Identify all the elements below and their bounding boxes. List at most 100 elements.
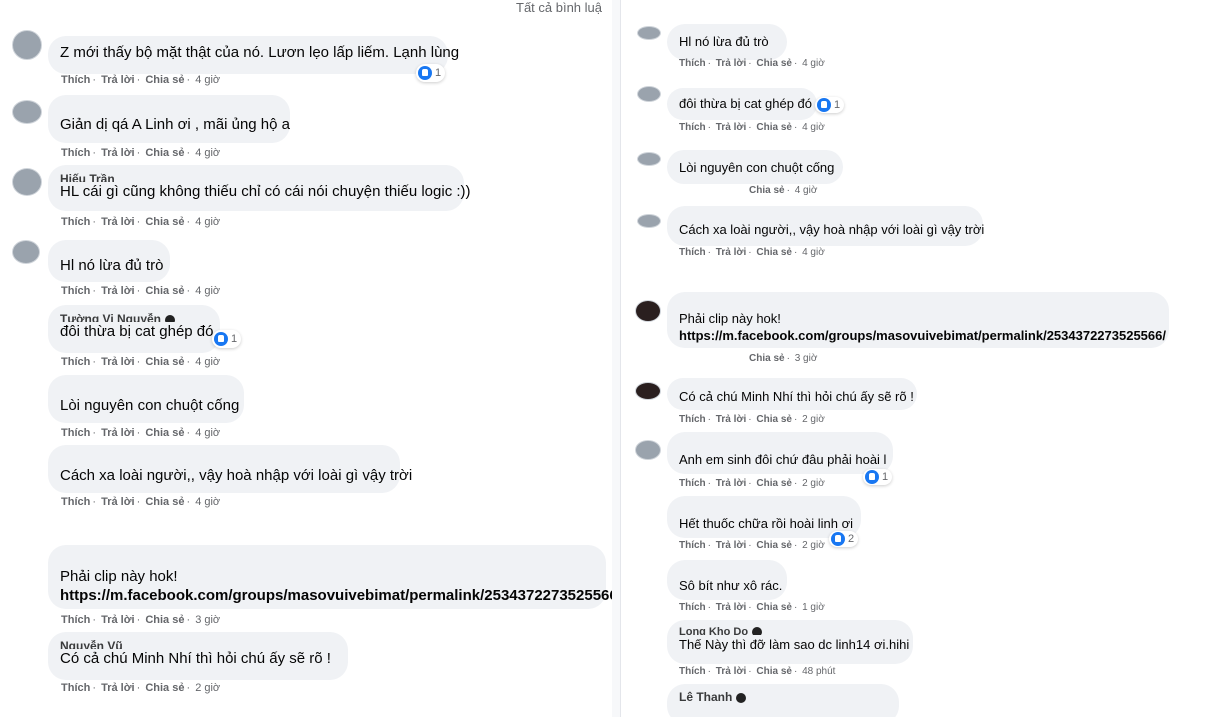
timestamp[interactable]: 1 giờ [802,602,825,613]
comments-filter-title[interactable]: Tất cả bình luậ [510,0,608,15]
reply-link[interactable]: Trả lời [716,602,746,613]
avatar[interactable] [635,440,661,460]
timestamp[interactable]: 4 giờ [802,247,825,258]
like-link[interactable]: Thích [61,285,90,297]
share-link[interactable]: Chia sẻ [145,496,184,508]
share-link[interactable]: Chia sẻ [756,540,792,551]
reaction-count[interactable]: 1 [416,64,446,82]
avatar[interactable] [637,86,661,102]
comment-bubble: Long Kho Do Thế Này thì đỡ làm sao dc li… [667,620,913,664]
share-link[interactable]: Chia sẻ [749,185,785,196]
timestamp[interactable]: 4 giờ [795,185,818,196]
reaction-count[interactable]: 1 [212,330,242,348]
avatar[interactable] [637,152,661,166]
timestamp[interactable]: 4 giờ [195,74,220,86]
reaction-count[interactable]: 1 [863,469,893,485]
commenter-name[interactable]: Hiếu Trần [60,173,452,182]
share-link[interactable]: Chia sẻ [756,247,792,258]
like-link[interactable]: Thích [679,540,706,551]
reply-link[interactable]: Trả lời [101,74,135,86]
like-link[interactable]: Thích [61,614,90,626]
like-link[interactable]: Thích [61,682,90,694]
share-link[interactable]: Chia sẻ [145,614,184,626]
reply-link[interactable]: Trả lời [101,216,135,228]
commenter-name[interactable]: Nguyễn Vũ [60,640,336,649]
share-link[interactable]: Chia sẻ [145,216,184,228]
reply-link[interactable]: Trả lời [101,427,135,439]
timestamp[interactable]: 4 giờ [195,285,220,297]
share-link[interactable]: Chia sẻ [145,427,184,439]
comment-bubble: Hl nó lừa đủ trò [667,24,787,60]
avatar[interactable] [12,168,42,196]
share-link[interactable]: Chia sẻ [749,353,785,364]
commenter-name[interactable]: Long Kho Do [679,626,901,635]
timestamp[interactable]: 48 phút [802,666,835,677]
timestamp[interactable]: 2 giờ [195,682,220,694]
like-link[interactable]: Thích [61,427,90,439]
share-link[interactable]: Chia sẻ [756,478,792,489]
like-link[interactable]: Thích [61,74,90,86]
timestamp[interactable]: 4 giờ [195,496,220,508]
like-link[interactable]: Thích [61,496,90,508]
like-link[interactable]: Thích [679,666,706,677]
like-link[interactable]: Thích [679,602,706,613]
avatar[interactable] [12,100,42,124]
reply-link[interactable]: Trả lời [101,356,135,368]
reply-link[interactable]: Trả lời [716,666,746,677]
reaction-count[interactable]: 2 [829,531,859,547]
comment-actions: Thích · Trả lời · Chia sẻ · 4 giờ [679,58,825,69]
timestamp[interactable]: 4 giờ [802,122,825,133]
timestamp[interactable]: 2 giờ [802,478,825,489]
timestamp[interactable]: 4 giờ [195,216,220,228]
share-link[interactable]: Chia sẻ [756,666,792,677]
reaction-count[interactable]: 1 [815,97,845,113]
avatar[interactable] [637,214,661,228]
share-link[interactable]: Chia sẻ [756,414,792,425]
avatar[interactable] [12,30,42,60]
timestamp[interactable]: 3 giờ [195,614,220,626]
avatar[interactable] [635,382,661,400]
reply-link[interactable]: Trả lời [101,682,135,694]
like-link[interactable]: Thích [61,356,90,368]
like-link[interactable]: Thích [679,414,706,425]
reply-link[interactable]: Trả lời [716,247,746,258]
like-link[interactable]: Thích [679,58,706,69]
reply-link[interactable]: Trả lời [716,122,746,133]
comment-link[interactable]: https://m.facebook.com/groups/masovuiveb… [679,327,1166,344]
share-link[interactable]: Chia sẻ [145,285,184,297]
reply-link[interactable]: Trả lời [716,540,746,551]
avatar[interactable] [637,26,661,40]
like-link[interactable]: Thích [679,247,706,258]
timestamp[interactable]: 4 giờ [802,58,825,69]
commenter-name[interactable]: Tường Vi Nguyễn [60,313,208,322]
like-link[interactable]: Thích [61,216,90,228]
comment-bubble: Sô bít như xô rác. [667,560,787,600]
share-link[interactable]: Chia sẻ [756,602,792,613]
share-link[interactable]: Chia sẻ [145,74,184,86]
reply-link[interactable]: Trả lời [101,496,135,508]
reply-link[interactable]: Trả lời [101,147,135,159]
comment-link[interactable]: https://m.facebook.com/groups/masovuiveb… [60,586,612,605]
timestamp[interactable]: 4 giờ [195,147,220,159]
avatar[interactable] [635,300,661,322]
like-link[interactable]: Thích [679,122,706,133]
like-link[interactable]: Thích [61,147,90,159]
share-link[interactable]: Chia sẻ [756,58,792,69]
timestamp[interactable]: 3 giờ [795,353,818,364]
reply-link[interactable]: Trả lời [716,58,746,69]
share-link[interactable]: Chia sẻ [145,356,184,368]
share-link[interactable]: Chia sẻ [145,147,184,159]
reply-link[interactable]: Trả lời [716,414,746,425]
share-link[interactable]: Chia sẻ [756,122,792,133]
avatar[interactable] [12,240,40,264]
timestamp[interactable]: 2 giờ [802,414,825,425]
share-link[interactable]: Chia sẻ [145,682,184,694]
like-link[interactable]: Thích [679,478,706,489]
reply-link[interactable]: Trả lời [716,478,746,489]
reply-link[interactable]: Trả lời [101,614,135,626]
timestamp[interactable]: 4 giờ [195,427,220,439]
timestamp[interactable]: 2 giờ [802,540,825,551]
timestamp[interactable]: 4 giờ [195,356,220,368]
reply-link[interactable]: Trả lời [101,285,135,297]
commenter-name[interactable]: Lê Thanh [679,690,747,704]
